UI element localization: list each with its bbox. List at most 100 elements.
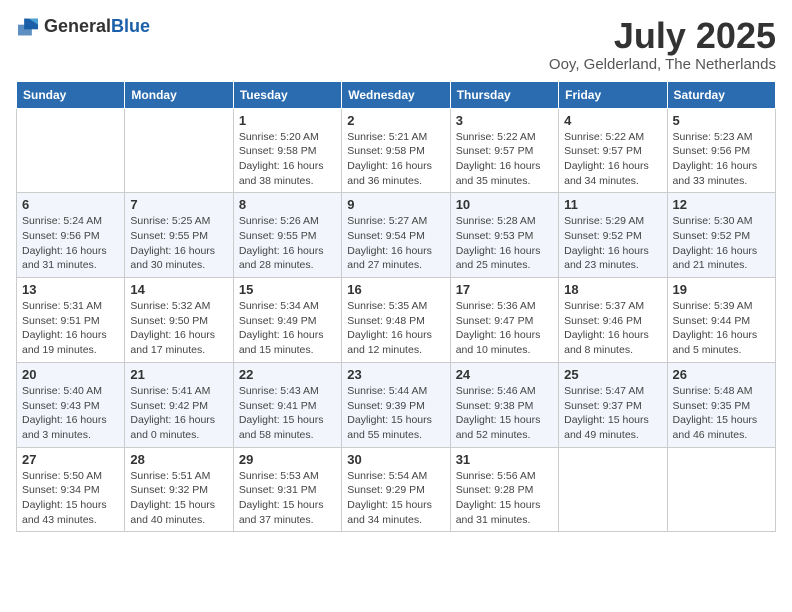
day-detail: Sunrise: 5:26 AMSunset: 9:55 PMDaylight:… [239,214,336,273]
day-number: 3 [456,113,553,128]
day-number: 23 [347,367,444,382]
calendar-week-row: 20 Sunrise: 5:40 AMSunset: 9:43 PMDayligh… [17,362,776,447]
day-detail: Sunrise: 5:41 AMSunset: 9:42 PMDaylight:… [130,384,227,443]
day-number: 17 [456,282,553,297]
calendar-cell: 2Sunrise: 5:21 AMSunset: 9:58 PMDaylight… [342,108,450,193]
calendar-cell: 3 Sunrise: 5:22 AMSunset: 9:57 PMDaylight… [450,108,558,193]
calendar-table: SundayMondayTuesdayWednesdayThursdayFrid… [16,81,776,533]
day-detail: Sunrise: 5:32 AMSunset: 9:50 PMDaylight:… [130,299,227,358]
calendar-cell [17,108,125,193]
day-number: 7 [130,197,227,212]
calendar-cell: 17 Sunrise: 5:36 AMSunset: 9:47 PMDayligh… [450,278,558,363]
day-number: 25 [564,367,661,382]
day-number: 11 [564,197,661,212]
calendar-cell: 20 Sunrise: 5:40 AMSunset: 9:43 PMDayligh… [17,362,125,447]
calendar-cell: 21 Sunrise: 5:41 AMSunset: 9:42 PMDayligh… [125,362,233,447]
calendar-cell: 31 Sunrise: 5:56 AMSunset: 9:28 PMDayligh… [450,447,558,532]
calendar-week-row: 1 Sunrise: 5:20 AMSunset: 9:58 PMDaylight… [17,108,776,193]
calendar-cell: 12Sunrise: 5:30 AMSunset: 9:52 PMDayligh… [667,193,775,278]
calendar-cell: 23Sunrise: 5:44 AMSunset: 9:39 PMDayligh… [342,362,450,447]
day-detail: Sunrise: 5:35 AMSunset: 9:48 PMDaylight:… [347,299,444,358]
day-number: 20 [22,367,119,382]
day-detail: Sunrise: 5:51 AMSunset: 9:32 PMDaylight:… [130,469,227,528]
day-detail: Sunrise: 5:47 AMSunset: 9:37 PMDaylight:… [564,384,661,443]
day-number: 22 [239,367,336,382]
day-of-week-header: Friday [559,81,667,108]
calendar-cell: 30 Sunrise: 5:54 AMSunset: 9:29 PMDayligh… [342,447,450,532]
day-detail: Sunrise: 5:30 AMSunset: 9:52 PMDaylight:… [673,214,770,273]
title-block: July 2025 Ooy, Gelderland, The Netherlan… [549,16,776,73]
calendar-cell: 13Sunrise: 5:31 AMSunset: 9:51 PMDayligh… [17,278,125,363]
day-detail: Sunrise: 5:39 AMSunset: 9:44 PMDaylight:… [673,299,770,358]
day-number: 29 [239,452,336,467]
day-number: 14 [130,282,227,297]
day-number: 30 [347,452,444,467]
day-number: 28 [130,452,227,467]
calendar-cell: 25 Sunrise: 5:47 AMSunset: 9:37 PMDayligh… [559,362,667,447]
day-number: 24 [456,367,553,382]
calendar-cell: 1 Sunrise: 5:20 AMSunset: 9:58 PMDaylight… [233,108,341,193]
calendar-cell: 26Sunrise: 5:48 AMSunset: 9:35 PMDayligh… [667,362,775,447]
day-number: 15 [239,282,336,297]
day-number: 31 [456,452,553,467]
day-detail: Sunrise: 5:22 AMSunset: 9:57 PMDaylight:… [456,130,553,189]
day-detail: Sunrise: 5:56 AMSunset: 9:28 PMDaylight:… [456,469,553,528]
day-detail: Sunrise: 5:25 AMSunset: 9:55 PMDaylight:… [130,214,227,273]
calendar-cell: 28 Sunrise: 5:51 AMSunset: 9:32 PMDayligh… [125,447,233,532]
calendar-cell: 16 Sunrise: 5:35 AMSunset: 9:48 PMDayligh… [342,278,450,363]
logo-text: GeneralBlue [44,16,150,37]
day-number: 16 [347,282,444,297]
day-number: 9 [347,197,444,212]
day-detail: Sunrise: 5:37 AMSunset: 9:46 PMDaylight:… [564,299,661,358]
day-detail: Sunrise: 5:20 AMSunset: 9:58 PMDaylight:… [239,130,336,189]
calendar-cell: 15 Sunrise: 5:34 AMSunset: 9:49 PMDayligh… [233,278,341,363]
day-detail: Sunrise: 5:36 AMSunset: 9:47 PMDaylight:… [456,299,553,358]
day-detail: Sunrise: 5:43 AMSunset: 9:41 PMDaylight:… [239,384,336,443]
day-of-week-header: Wednesday [342,81,450,108]
day-detail: Sunrise: 5:34 AMSunset: 9:49 PMDaylight:… [239,299,336,358]
day-of-week-header: Monday [125,81,233,108]
day-of-week-header: Sunday [17,81,125,108]
day-detail: Sunrise: 5:27 AMSunset: 9:54 PMDaylight:… [347,214,444,273]
day-number: 21 [130,367,227,382]
day-number: 10 [456,197,553,212]
calendar-cell: 18Sunrise: 5:37 AMSunset: 9:46 PMDayligh… [559,278,667,363]
day-number: 19 [673,282,770,297]
calendar-cell [667,447,775,532]
day-number: 6 [22,197,119,212]
day-of-week-header: Tuesday [233,81,341,108]
day-number: 1 [239,113,336,128]
calendar-cell: 11 Sunrise: 5:29 AMSunset: 9:52 PMDayligh… [559,193,667,278]
logo-blue: Blue [111,16,150,36]
location: Ooy, Gelderland, The Netherlands [549,56,776,73]
calendar-cell: 7 Sunrise: 5:25 AMSunset: 9:55 PMDaylight… [125,193,233,278]
calendar-cell: 29 Sunrise: 5:53 AMSunset: 9:31 PMDayligh… [233,447,341,532]
day-detail: Sunrise: 5:54 AMSunset: 9:29 PMDaylight:… [347,469,444,528]
calendar-cell: 27 Sunrise: 5:50 AMSunset: 9:34 PMDayligh… [17,447,125,532]
day-detail: Sunrise: 5:28 AMSunset: 9:53 PMDaylight:… [456,214,553,273]
day-detail: Sunrise: 5:31 AMSunset: 9:51 PMDaylight:… [22,299,119,358]
calendar-week-row: 13Sunrise: 5:31 AMSunset: 9:51 PMDayligh… [17,278,776,363]
day-of-week-header: Thursday [450,81,558,108]
day-detail: Sunrise: 5:53 AMSunset: 9:31 PMDaylight:… [239,469,336,528]
day-number: 27 [22,452,119,467]
calendar-cell [559,447,667,532]
day-detail: Sunrise: 5:48 AMSunset: 9:35 PMDaylight:… [673,384,770,443]
day-detail: Sunrise: 5:50 AMSunset: 9:34 PMDaylight:… [22,469,119,528]
calendar-cell: 6 Sunrise: 5:24 AMSunset: 9:56 PMDaylight… [17,193,125,278]
calendar-cell: 9 Sunrise: 5:27 AMSunset: 9:54 PMDaylight… [342,193,450,278]
calendar-cell: 14 Sunrise: 5:32 AMSunset: 9:50 PMDayligh… [125,278,233,363]
day-detail: Sunrise: 5:24 AMSunset: 9:56 PMDaylight:… [22,214,119,273]
day-detail: Sunrise: 5:29 AMSunset: 9:52 PMDaylight:… [564,214,661,273]
day-detail: Sunrise: 5:40 AMSunset: 9:43 PMDaylight:… [22,384,119,443]
calendar-cell: 24Sunrise: 5:46 AMSunset: 9:38 PMDayligh… [450,362,558,447]
day-number: 5 [673,113,770,128]
day-detail: Sunrise: 5:22 AMSunset: 9:57 PMDaylight:… [564,130,661,189]
calendar-cell: 10 Sunrise: 5:28 AMSunset: 9:53 PMDayligh… [450,193,558,278]
day-number: 2 [347,113,444,128]
calendar-cell [125,108,233,193]
logo-general: General [44,16,111,36]
day-of-week-header: Saturday [667,81,775,108]
calendar-cell: 8Sunrise: 5:26 AMSunset: 9:55 PMDaylight… [233,193,341,278]
calendar-week-row: 6 Sunrise: 5:24 AMSunset: 9:56 PMDaylight… [17,193,776,278]
